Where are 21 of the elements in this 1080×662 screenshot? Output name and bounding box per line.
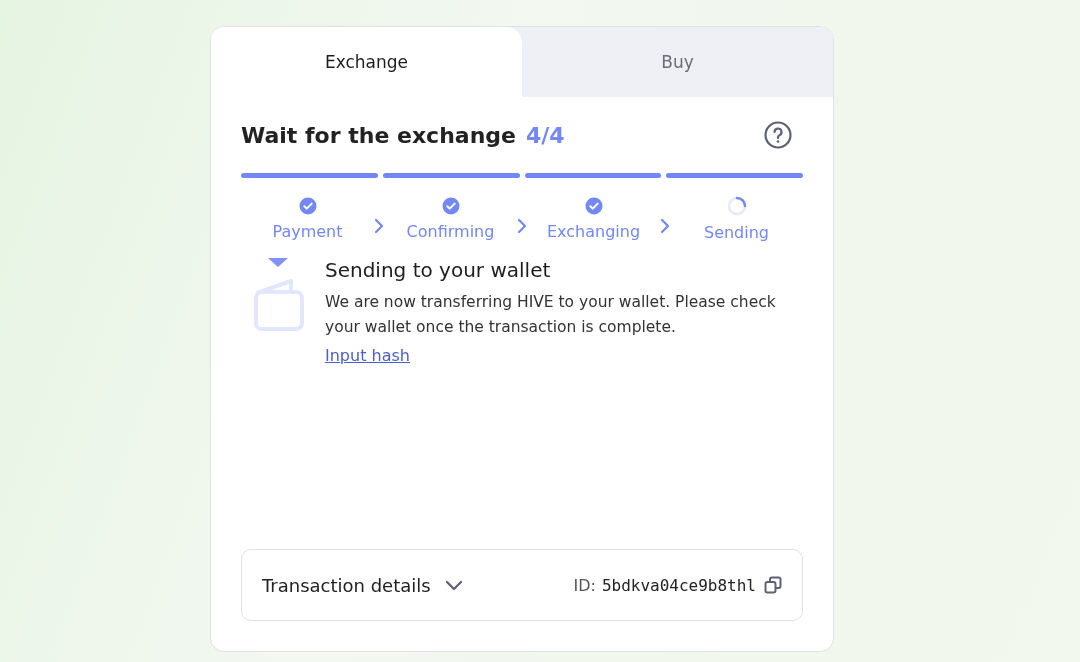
page-title: Wait for the exchange — [241, 122, 516, 148]
step-counter: 4/4 — [526, 122, 565, 148]
chevron-right-icon — [517, 218, 527, 234]
step-label: Exchanging — [546, 222, 641, 241]
copy-icon[interactable] — [764, 576, 782, 594]
message-title: Sending to your wallet — [325, 258, 551, 282]
chevron-right-icon — [374, 218, 384, 234]
details-label: Transaction details — [262, 574, 431, 596]
help-icon[interactable] — [763, 120, 793, 150]
chevron-right-icon — [660, 218, 670, 234]
message-text: We are now transferring HIVE to your wallet. Please check your wallet once the transaction is complete. — [325, 292, 777, 338]
tab[interactable]: Exchange — [211, 27, 522, 97]
step-label: Confirming — [406, 222, 495, 241]
step-label: Payment — [272, 222, 343, 241]
transaction-id: 5bdkva04ce9b8thl — [601, 575, 756, 595]
wallet-arrow-icon — [251, 256, 305, 332]
step-label: Sending — [703, 223, 769, 242]
transaction-details-panel[interactable]: Transaction details ID: 5bdkva04ce9b8thl — [241, 549, 803, 621]
chevron-down-icon[interactable] — [444, 579, 463, 591]
input-hash-link[interactable]: Input hash — [325, 346, 410, 365]
id-label: ID: — [573, 575, 596, 595]
